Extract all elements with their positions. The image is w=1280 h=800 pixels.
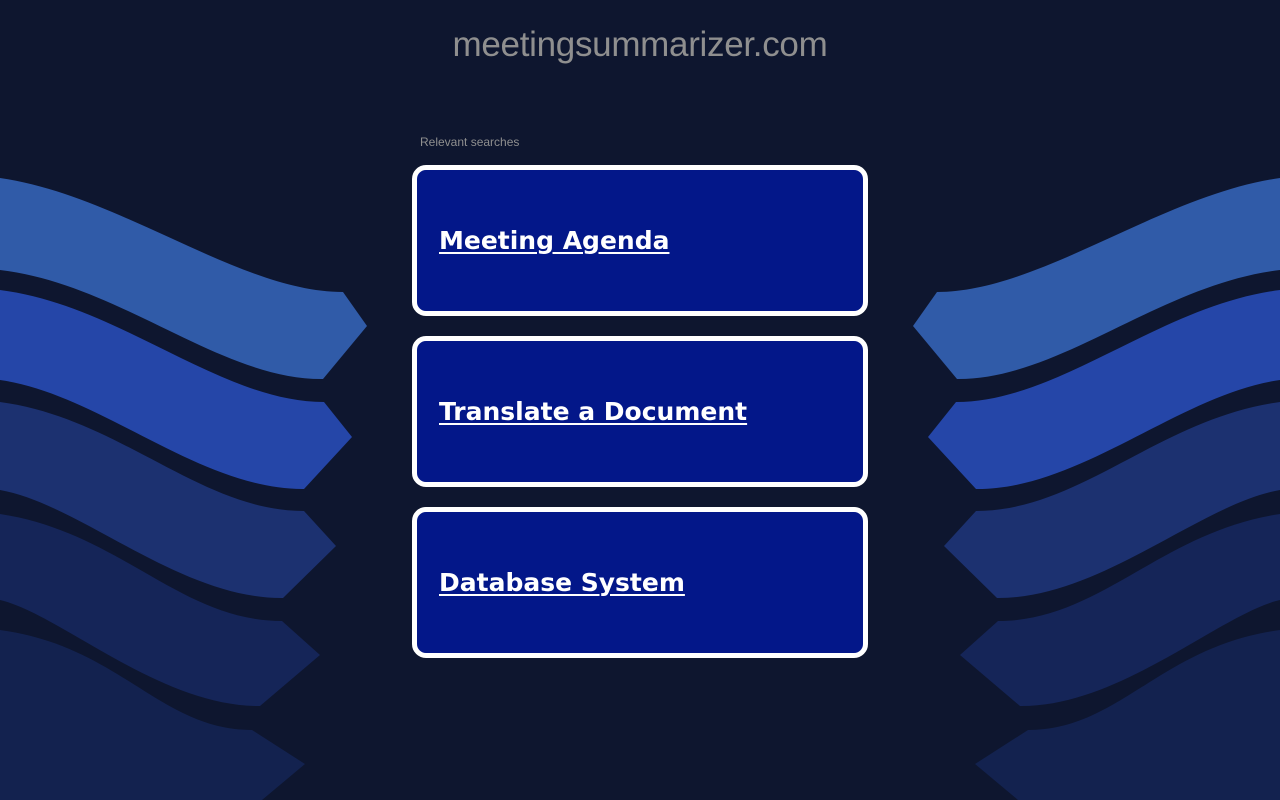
right-wave-bands	[913, 178, 1280, 800]
search-card-translate-a-document[interactable]: Translate a Document	[412, 336, 868, 487]
left-wave-bands	[0, 178, 367, 800]
search-card-database-system[interactable]: Database System	[412, 507, 868, 658]
domain-title: meetingsummarizer.com	[452, 25, 828, 64]
parked-domain-page: meetingsummarizer.com Relevant searches …	[0, 0, 1280, 800]
search-link-database-system[interactable]: Database System	[439, 568, 685, 598]
relevant-searches-section: Relevant searches Meeting Agenda Transla…	[412, 134, 868, 678]
relevant-searches-label: Relevant searches	[420, 135, 520, 149]
search-link-meeting-agenda[interactable]: Meeting Agenda	[439, 226, 669, 256]
search-link-translate-a-document[interactable]: Translate a Document	[439, 397, 747, 427]
search-card-meeting-agenda[interactable]: Meeting Agenda	[412, 165, 868, 316]
